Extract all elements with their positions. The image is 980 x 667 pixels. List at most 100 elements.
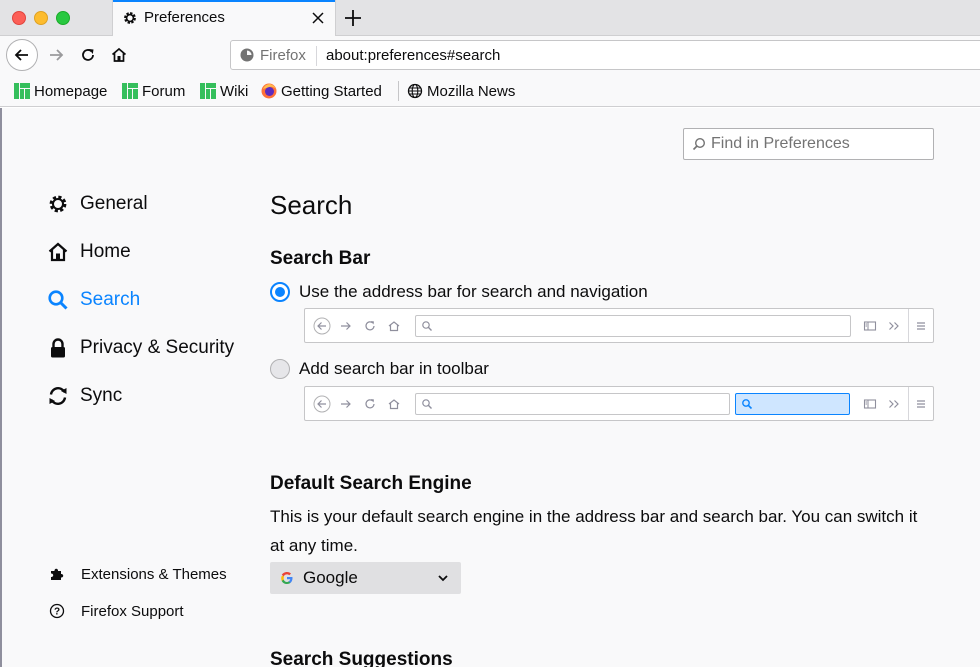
back-button[interactable] bbox=[6, 39, 38, 71]
close-icon[interactable] bbox=[309, 9, 327, 27]
category-label: General bbox=[80, 193, 148, 214]
gear-icon bbox=[124, 12, 136, 24]
sidebar-icon bbox=[863, 399, 877, 409]
window-minimize-button[interactable] bbox=[34, 11, 48, 25]
category-sync[interactable]: Sync bbox=[46, 382, 122, 410]
footer-link-label: Firefox Support bbox=[81, 602, 184, 620]
preview-divider bbox=[908, 387, 909, 420]
search-icon bbox=[422, 399, 432, 409]
identity-label: Firefox bbox=[260, 47, 306, 64]
window-maximize-button[interactable] bbox=[56, 11, 70, 25]
arrow-right-icon bbox=[341, 322, 351, 330]
bookmark-wiki[interactable]: Wiki bbox=[200, 81, 248, 101]
home-button[interactable] bbox=[103, 39, 135, 71]
reload-icon bbox=[365, 399, 375, 409]
overflow-chevron-icon bbox=[889, 400, 899, 408]
category-label: Search bbox=[80, 289, 141, 310]
home-icon bbox=[388, 399, 400, 410]
bookmark-label: Homepage bbox=[34, 82, 108, 100]
lock-icon bbox=[46, 336, 70, 360]
tab-preferences[interactable]: Preferences bbox=[112, 0, 336, 36]
url-text[interactable]: about:preferences#search bbox=[326, 47, 500, 64]
bookmarks-toolbar: Homepage Forum Wiki Getting Started Mozi… bbox=[0, 74, 980, 107]
home-icon bbox=[46, 240, 70, 264]
reload-icon bbox=[82, 49, 94, 61]
preferences-page: Find in Preferences General Home Search bbox=[0, 108, 980, 667]
arrow-left-icon bbox=[313, 317, 331, 335]
default-search-engine-description: This is your default search engine in th… bbox=[270, 507, 918, 555]
extensions-themes-link[interactable]: Extensions & Themes bbox=[48, 563, 227, 585]
category-label: Privacy & Security bbox=[80, 337, 235, 358]
home-icon bbox=[388, 321, 400, 332]
reload-button[interactable] bbox=[72, 39, 104, 71]
manjaro-icon bbox=[200, 83, 216, 99]
category-privacy-security[interactable]: Privacy & Security bbox=[46, 334, 234, 362]
toolbar-preview-address-bar bbox=[304, 308, 934, 343]
navigation-toolbar: Firefox about:preferences#search bbox=[0, 36, 980, 74]
arrow-right-icon bbox=[50, 49, 64, 61]
menu-icon bbox=[917, 322, 925, 330]
preview-divider bbox=[908, 309, 909, 342]
svg-text:?: ? bbox=[54, 607, 60, 618]
find-in-preferences-input[interactable]: Find in Preferences bbox=[683, 128, 934, 160]
reload-icon bbox=[365, 321, 375, 331]
home-icon bbox=[111, 47, 127, 62]
search-icon bbox=[422, 321, 432, 331]
default-engine-value: Google bbox=[303, 568, 358, 587]
search-icon bbox=[692, 137, 706, 151]
bookmark-label: Mozilla News bbox=[427, 82, 516, 100]
search-icon bbox=[46, 288, 70, 312]
urlbar-divider bbox=[316, 46, 317, 66]
menu-icon bbox=[917, 400, 925, 408]
overflow-chevron-icon bbox=[889, 322, 899, 330]
arrow-right-icon bbox=[341, 400, 351, 408]
category-home[interactable]: Home bbox=[46, 238, 131, 266]
toolbar-preview-search-bar bbox=[304, 386, 934, 421]
radio-label: Add search bar in toolbar bbox=[299, 359, 489, 378]
search-icon bbox=[742, 399, 753, 410]
sidebar-icon bbox=[863, 321, 877, 331]
radio-button-unselected[interactable] bbox=[270, 359, 290, 379]
radio-label: Use the address bar for search and navig… bbox=[299, 282, 648, 301]
new-tab-button[interactable] bbox=[342, 7, 364, 29]
gear-icon bbox=[46, 192, 70, 216]
firefox-logo-icon bbox=[261, 83, 277, 99]
bookmarks-separator bbox=[398, 81, 399, 101]
default-engine-dropdown[interactable]: Google bbox=[270, 562, 461, 594]
preview-search-bar bbox=[735, 393, 850, 415]
bookmark-homepage[interactable]: Homepage bbox=[14, 81, 107, 101]
radio-address-bar[interactable]: Use the address bar for search and navig… bbox=[270, 281, 648, 303]
footer-link-label: Extensions & Themes bbox=[81, 565, 227, 583]
category-general[interactable]: General bbox=[46, 190, 148, 218]
search-bar-heading: Search Bar bbox=[270, 248, 371, 269]
category-label: Sync bbox=[80, 385, 123, 406]
bookmark-label: Forum bbox=[142, 82, 186, 100]
puzzle-piece-icon bbox=[48, 565, 66, 583]
bookmark-forum[interactable]: Forum bbox=[122, 81, 185, 101]
firefox-identity-icon[interactable] bbox=[239, 47, 255, 63]
find-placeholder: Find in Preferences bbox=[711, 135, 850, 152]
tab-title: Preferences bbox=[144, 9, 225, 26]
address-bar[interactable]: Firefox about:preferences#search bbox=[230, 40, 980, 70]
sync-icon bbox=[46, 384, 70, 408]
chevron-down-icon bbox=[438, 575, 448, 582]
arrow-left-icon bbox=[313, 395, 331, 413]
tab-strip: Preferences bbox=[0, 0, 980, 36]
window-close-button[interactable] bbox=[12, 11, 26, 25]
search-suggestions-heading: Search Suggestions bbox=[270, 649, 453, 667]
radio-search-bar[interactable]: Add search bar in toolbar bbox=[270, 358, 489, 380]
firefox-support-link[interactable]: ? Firefox Support bbox=[48, 600, 184, 622]
active-tab-indicator bbox=[113, 0, 335, 2]
bookmark-getting-started[interactable]: Getting Started bbox=[261, 81, 382, 101]
google-logo-icon bbox=[281, 572, 293, 584]
category-label: Home bbox=[80, 241, 131, 262]
preview-urlbar bbox=[415, 315, 851, 337]
radio-button-selected[interactable] bbox=[270, 282, 290, 302]
forward-button[interactable] bbox=[40, 39, 72, 71]
category-search[interactable]: Search bbox=[46, 286, 140, 314]
help-icon: ? bbox=[48, 602, 66, 620]
arrow-left-icon bbox=[14, 49, 28, 61]
globe-icon bbox=[407, 83, 423, 99]
bookmark-label: Wiki bbox=[220, 82, 249, 100]
bookmark-mozilla-news[interactable]: Mozilla News bbox=[407, 81, 515, 101]
